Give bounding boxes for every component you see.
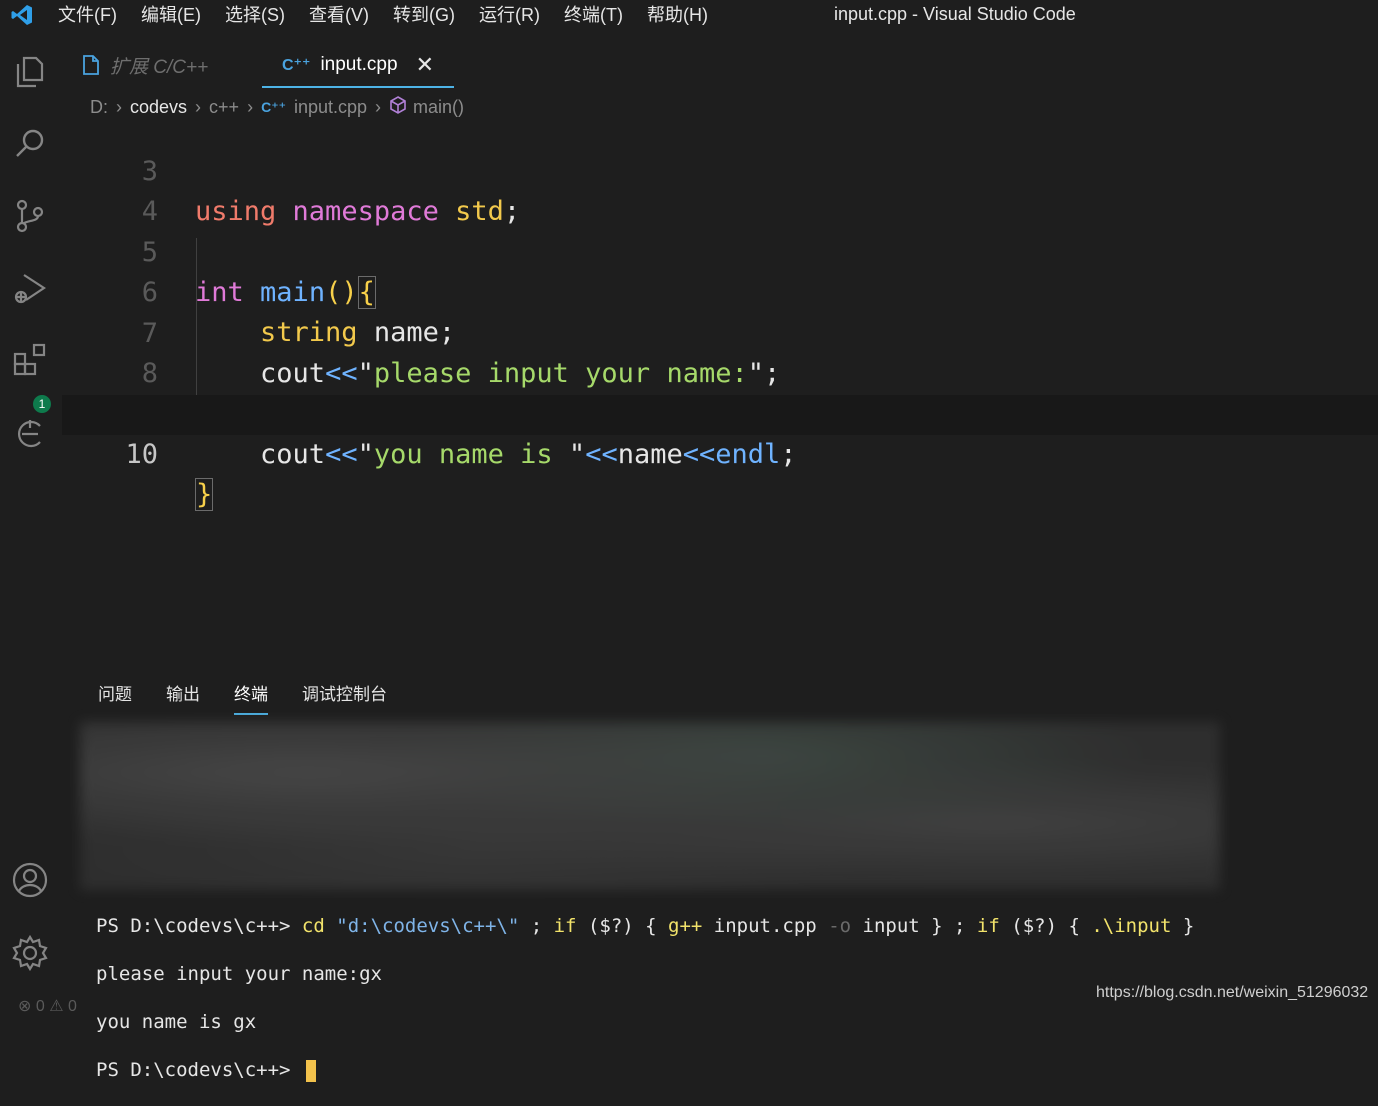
extensions-icon[interactable] [10,340,50,380]
account-icon[interactable] [10,860,50,900]
menu-edit[interactable]: 编辑(E) [129,0,213,30]
terminal-text: input.cpp [702,915,829,937]
run-debug-icon[interactable] [10,268,50,308]
error-count: 0 [35,998,45,1015]
panel-tabs: 问题 输出 终端 调试控制台 [98,680,421,715]
terminal-cursor [305,1059,316,1082]
cpp-file-icon: C⁺⁺ [282,57,311,74]
code-editor[interactable]: 3 using namespace std; 4 5 int main(){ 6… [62,118,1378,638]
code-text: } [195,478,214,511]
tab-extension-cpp[interactable]: 扩展 C/C++ [62,44,262,86]
tab-label: 扩展 C/C++ [110,56,209,78]
code-line: 6 string name; [62,233,1378,348]
code-line-current: 10 } [62,395,1378,511]
terminal-text: input } ; [851,915,977,937]
terminal-text: } [1171,915,1195,937]
code-text: cout<<"you name is "<<name<<endl; [260,439,797,470]
terminal[interactable]: PS D:\codevs\c++> cd "d:\codevs\c++\" ; … [96,890,1194,1106]
remote-explorer-icon[interactable] [10,412,50,452]
menu-file[interactable]: 文件(F) [44,0,129,30]
title-bar: 文件(F) 编辑(E) 选择(S) 查看(V) 转到(G) 运行(R) 终端(T… [0,0,1378,30]
terminal-command: .\input [1091,915,1172,937]
line-number: 10 [125,439,158,470]
terminal-path: "d:\codevs\c++\" [336,915,520,937]
code-line: 3 using namespace std; [62,112,1378,227]
tab-input-cpp[interactable]: C⁺⁺ input.cpp ✕ [262,44,455,88]
terminal-text: ; [519,915,554,937]
tab-debug-console[interactable]: 调试控制台 [302,680,387,715]
terminal-flag: -o [828,915,852,937]
editor-tabs: 扩展 C/C++ C⁺⁺ input.cpp ✕ [62,44,455,90]
menu-bar: 文件(F) 编辑(E) 选择(S) 查看(V) 转到(G) 运行(R) 终端(T… [44,0,720,30]
menu-terminal[interactable]: 终端(T) [552,0,635,30]
close-icon[interactable]: ✕ [416,52,434,78]
terminal-keyword: if [976,915,1000,937]
explorer-icon[interactable] [10,52,50,92]
gear-icon[interactable] [10,933,50,973]
code-line: 9 cout<<"you name is "<<name<<endl; [62,355,1378,470]
status-problems[interactable]: ⊗ 0 ⚠ 0 [18,996,77,1016]
tab-output[interactable]: 输出 [166,680,200,715]
terminal-line: PS D:\codevs\c++> cd "d:\codevs\c++\" ; … [96,914,1194,938]
window-title: input.cpp - Visual Studio Code [834,4,1076,24]
error-icon: ⊗ [18,998,32,1015]
terminal-text: ($?) { [999,915,1092,937]
code-line: 5 int main(){ [62,193,1378,309]
terminal-prompt: PS D:\codevs\c++> [96,1059,302,1081]
terminal-line: PS D:\codevs\c++> [96,1058,1194,1082]
menu-help[interactable]: 帮助(H) [635,0,720,30]
code-line: 7 cout<<"please input your name:"; [62,274,1378,389]
code-line: 4 [62,152,1378,227]
terminal-line: you name is gx [96,1011,257,1033]
warning-count: 0 [68,998,77,1015]
tab-label: input.cpp [320,54,398,75]
watermark-url: https://blog.csdn.net/weixin_51296032 [1096,984,1369,1001]
menu-go[interactable]: 转到(G) [381,0,467,30]
warning-icon: ⚠ [49,998,64,1015]
tab-problems[interactable]: 问题 [98,680,132,715]
redacted-terminal-output [80,722,1220,890]
terminal-prompt: PS D:\codevs\c++> [96,915,302,937]
terminal-line: please input your name:gx [96,963,382,985]
menu-run[interactable]: 运行(R) [467,0,552,30]
menu-view[interactable]: 查看(V) [297,0,381,30]
search-icon[interactable] [10,124,50,164]
tab-terminal[interactable]: 终端 [234,680,268,715]
terminal-keyword: if [553,915,577,937]
preview-file-icon [82,55,100,75]
terminal-text: ($?) { [576,915,669,937]
terminal-command: g++ [668,915,703,937]
vscode-logo-icon [0,0,44,30]
menu-selection[interactable]: 选择(S) [213,0,297,30]
code-line: 8 cin>>name; [62,314,1378,429]
activity-bar: 1 [0,30,62,1013]
source-control-icon[interactable] [10,196,50,236]
terminal-command: cd [301,915,325,937]
